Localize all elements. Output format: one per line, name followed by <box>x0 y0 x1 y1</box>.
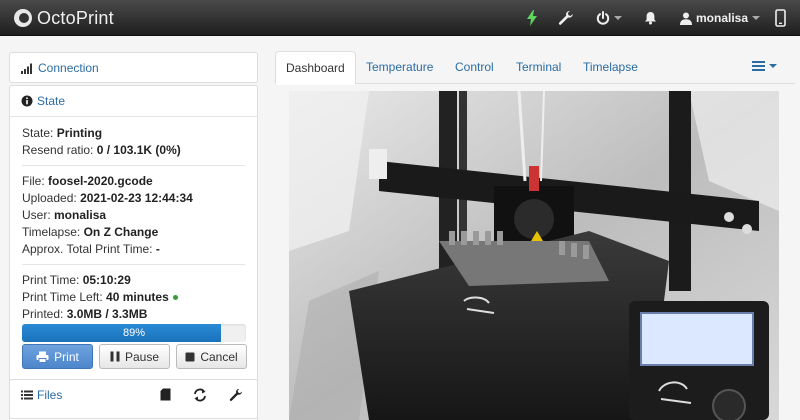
printed-row: Printed: 3.0MB / 3.3MB <box>22 307 148 321</box>
print-progress-bar: 89% <box>22 324 246 342</box>
job-controls: Print Pause Cancel <box>22 344 247 369</box>
tabs-overflow-menu[interactable] <box>752 61 777 71</box>
resend-ratio-value: 0 / 103.1K (0%) <box>96 143 181 157</box>
state-title: State <box>37 94 66 108</box>
printed-value: 3.0MB / 3.3MB <box>66 307 148 321</box>
time-left-value: 40 minutes <box>106 290 169 304</box>
divider <box>22 264 245 265</box>
time-left-row: Print Time Left: 40 minutes <box>22 289 245 306</box>
chevron-down-icon <box>752 16 761 20</box>
file-row: File: foosel-2020.gcode <box>22 174 153 188</box>
octoprint-logo-icon <box>14 9 32 27</box>
signal-icon <box>21 63 32 74</box>
files-toolbar <box>160 388 243 402</box>
divider <box>22 165 245 166</box>
estimate-quality-dot <box>172 295 178 301</box>
state-row: State: Printing <box>22 126 103 140</box>
state-value: Printing <box>56 126 103 140</box>
refresh-icon[interactable] <box>193 388 207 402</box>
tab-timelapse[interactable]: Timelapse <box>573 51 648 84</box>
wrench-icon[interactable] <box>229 388 243 402</box>
print-button[interactable]: Print <box>22 344 93 369</box>
files-header[interactable]: Files <box>10 380 257 410</box>
sd-card-icon[interactable] <box>160 388 171 401</box>
navbar: OctoPrint monalisa <box>0 0 800 36</box>
tab-control[interactable]: Control <box>445 51 504 84</box>
main-tabs: Dashboard Temperature Control Terminal T… <box>275 51 795 85</box>
uploaded-row: Uploaded: 2021-02-23 12:44:34 <box>22 191 193 205</box>
chevron-down-icon <box>614 16 622 20</box>
tab-dashboard[interactable]: Dashboard <box>275 51 356 85</box>
pause-icon <box>110 351 120 362</box>
webcam-stream <box>289 91 779 420</box>
timelapse-row: Timelapse: On Z Change <box>22 225 159 239</box>
bell-icon[interactable] <box>644 8 657 28</box>
power-menu[interactable] <box>596 8 622 28</box>
chevron-down-icon <box>769 64 777 68</box>
power-icon <box>596 11 610 25</box>
brand[interactable]: OctoPrint <box>14 7 114 29</box>
list-icon <box>21 390 33 400</box>
connection-panel: Connection <box>9 52 258 83</box>
user-icon <box>680 12 692 25</box>
approx-total-row: Approx. Total Print Time: - <box>22 242 160 256</box>
files-title: Files <box>37 388 63 402</box>
pause-button-label: Pause <box>124 349 160 364</box>
resend-ratio-row: Resend ratio: 0 / 103.1K (0%) <box>22 143 181 157</box>
approx-total-value: - <box>155 242 160 256</box>
user-value: monalisa <box>54 208 107 222</box>
stop-icon <box>185 352 195 361</box>
cancel-button[interactable]: Cancel <box>176 344 247 369</box>
state-body: State: Printing Resend ratio: 0 / 103.1K… <box>10 117 257 342</box>
cancel-button-label: Cancel <box>200 349 238 364</box>
wrench-icon[interactable] <box>558 8 574 28</box>
user-name: monalisa <box>696 11 749 25</box>
connection-header[interactable]: Connection <box>10 53 257 83</box>
uploaded-value: 2021-02-23 12:44:34 <box>80 191 193 205</box>
tab-temperature[interactable]: Temperature <box>356 51 443 84</box>
progress-text: 89% <box>122 327 146 339</box>
state-header[interactable]: State <box>10 86 257 117</box>
webcam-image <box>289 91 779 420</box>
tab-terminal[interactable]: Terminal <box>506 51 571 84</box>
print-icon <box>36 351 49 363</box>
power-bolt-icon[interactable] <box>527 8 537 28</box>
print-button-label: Print <box>54 349 79 364</box>
files-panel: Files <box>9 379 258 419</box>
state-panel: State State: Printing Resend ratio: 0 / … <box>9 85 258 420</box>
brand-title: OctoPrint <box>37 7 114 28</box>
user-menu[interactable]: monalisa <box>680 8 761 28</box>
hamburger-icon <box>752 61 765 71</box>
phone-icon[interactable] <box>775 8 786 28</box>
print-time-row: Print Time: 05:10:29 <box>22 273 131 287</box>
file-value: foosel-2020.gcode <box>48 174 153 188</box>
connection-title: Connection <box>38 61 99 75</box>
timelapse-value: On Z Change <box>83 225 159 239</box>
info-icon <box>21 95 33 107</box>
pause-button[interactable]: Pause <box>99 344 170 369</box>
user-row: User: monalisa <box>22 208 107 222</box>
print-time-value: 05:10:29 <box>82 273 131 287</box>
